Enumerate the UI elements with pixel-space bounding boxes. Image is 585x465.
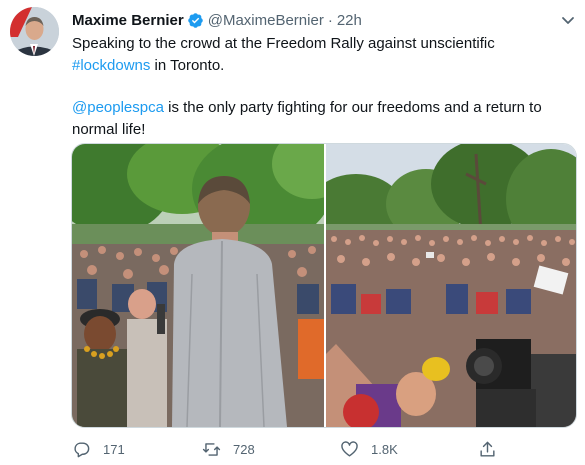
- header-separator: ·: [327, 11, 333, 29]
- photo-crowd-image: [326, 144, 576, 427]
- hashtag-link[interactable]: #lockdowns: [72, 57, 150, 74]
- share-icon: [480, 441, 495, 457]
- more-caret-icon[interactable]: [558, 10, 578, 30]
- share-button[interactable]: [478, 440, 509, 459]
- tweet-text-paragraph-1: Speaking to the crowd at the Freedom Ral…: [72, 33, 577, 76]
- tweet-text-paragraph-2: @peoplespca is the only party fighting f…: [72, 97, 577, 140]
- tweet-text-part: in Toronto.: [150, 56, 225, 74]
- mention-link[interactable]: @peoplespca: [72, 99, 164, 116]
- photo-speaker-back[interactable]: [72, 144, 324, 427]
- reply-button[interactable]: 171: [72, 440, 125, 459]
- like-icon: [341, 441, 358, 457]
- tweet-media[interactable]: [71, 143, 577, 428]
- tweet-header: Maxime Bernier @MaximeBernier · 22h: [72, 10, 362, 30]
- avatar[interactable]: [10, 7, 59, 56]
- like-count: 1.8K: [371, 442, 398, 457]
- retweet-count: 728: [233, 442, 255, 457]
- reply-icon: [74, 442, 90, 458]
- retweet-icon: [202, 443, 221, 456]
- photo-crowd[interactable]: [326, 144, 576, 427]
- reply-count: 171: [103, 442, 125, 457]
- photo-speaker-image: [72, 144, 324, 427]
- verified-badge-icon: [187, 12, 203, 28]
- tweet-text: Speaking to the crowd at the Freedom Ral…: [72, 33, 577, 140]
- author-name[interactable]: Maxime Bernier: [72, 12, 184, 29]
- like-button[interactable]: 1.8K: [340, 440, 398, 459]
- tweet-timestamp[interactable]: 22h: [337, 12, 362, 29]
- tweet-text-part: Speaking to the crowd at the Freedom Ral…: [72, 35, 495, 52]
- tweet-actions: 171 728 1.8K: [72, 440, 577, 462]
- avatar-image: [10, 7, 59, 56]
- author-handle[interactable]: @MaximeBernier: [208, 12, 324, 29]
- retweet-button[interactable]: 728: [202, 440, 255, 459]
